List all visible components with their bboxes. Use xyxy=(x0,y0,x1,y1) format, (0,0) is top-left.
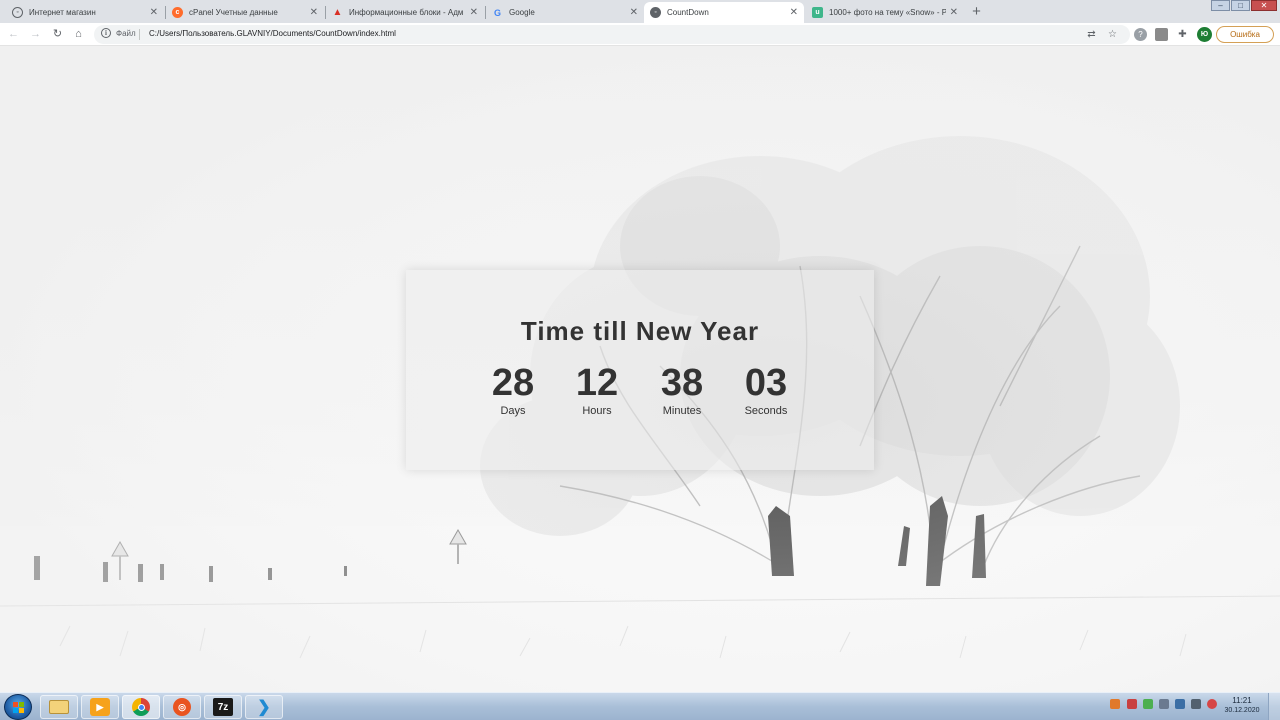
countdown-hours: 12 Hours xyxy=(557,361,637,418)
taskbar-explorer[interactable] xyxy=(40,695,78,719)
profile-avatar[interactable]: Ю xyxy=(1197,27,1212,42)
days-label: Days xyxy=(500,405,526,417)
vscode-icon: ❯ xyxy=(257,699,271,716)
reload-icon[interactable]: ↻ xyxy=(50,27,65,42)
countdown-seconds: 03 Seconds xyxy=(726,361,806,418)
countdown-minutes: 38 Minutes xyxy=(642,361,722,418)
tab-title: Google xyxy=(509,8,535,17)
close-window-button[interactable]: ✕ xyxy=(1251,0,1277,11)
windows-logo-icon xyxy=(13,702,24,713)
taskbar-vscode[interactable]: ❯ xyxy=(245,695,283,719)
maximize-button[interactable]: □ xyxy=(1231,0,1250,11)
clock-date: 30.12.2020 xyxy=(1224,707,1260,714)
tab-google[interactable]: G Google ✕ xyxy=(486,2,644,23)
close-icon[interactable]: ✕ xyxy=(150,7,158,18)
back-arrow-icon[interactable]: ← xyxy=(6,27,21,42)
hours-label: Hours xyxy=(582,405,612,417)
info-icon[interactable]: i xyxy=(101,28,111,38)
taskbar: ▶ ◎ 7z ❯ 11:21 30.12.2020 xyxy=(0,692,1280,720)
bookmark-star-icon[interactable]: ☆ xyxy=(1106,28,1119,41)
countdown-days: 28 Days xyxy=(473,361,553,418)
taskbar-7zip[interactable]: 7z xyxy=(204,695,242,719)
address-scheme-label: Файл xyxy=(116,29,136,38)
tab-snow-photos[interactable]: u 1000+ фото на тему «Snow» - Pi ✕ xyxy=(806,2,964,23)
tab-info-blocks[interactable]: ▲ Информационные блоки - Адм ✕ xyxy=(326,2,484,23)
tab-online-store[interactable]: ◦ Интернет магазин ✕ xyxy=(6,2,164,23)
tray-volume-icon[interactable] xyxy=(1159,699,1169,709)
new-tab-button[interactable]: + xyxy=(967,3,986,21)
warning-triangle-icon: ▲ xyxy=(332,7,343,18)
puzzle-extensions-icon[interactable]: ✚ xyxy=(1176,28,1189,41)
tray-flag-icon[interactable] xyxy=(1127,699,1137,709)
taskbar-chrome[interactable] xyxy=(122,695,160,719)
globe-icon: ◦ xyxy=(650,7,661,18)
close-icon[interactable]: ✕ xyxy=(950,7,958,18)
close-icon[interactable]: ✕ xyxy=(310,7,318,18)
close-icon[interactable]: ✕ xyxy=(630,7,638,18)
close-icon[interactable]: ✕ xyxy=(790,7,798,18)
media-player-icon: ▶ xyxy=(90,698,110,716)
translate-icon[interactable]: ⇄ xyxy=(1085,28,1098,41)
taskbar-media-player[interactable]: ▶ xyxy=(81,695,119,719)
minutes-label: Minutes xyxy=(662,405,702,417)
tab-strip: ◦ Интернет магазин ✕ c cPanel Учетные да… xyxy=(0,0,1280,23)
taskbar-clock[interactable]: 11:21 30.12.2020 xyxy=(1222,696,1262,716)
extension-help-icon[interactable]: ? xyxy=(1134,28,1147,41)
error-button[interactable]: Ошибка xyxy=(1216,26,1274,43)
minutes-value: 38 xyxy=(660,362,704,404)
tray-app-icon[interactable] xyxy=(1110,699,1120,709)
address-divider xyxy=(139,29,140,40)
page-title: Time till New Year xyxy=(520,316,760,346)
chrome-icon xyxy=(132,698,150,716)
forward-arrow-icon[interactable]: → xyxy=(28,27,43,42)
globe-icon: ◦ xyxy=(12,7,23,18)
hours-value: 12 xyxy=(575,362,619,404)
tab-title: Интернет магазин xyxy=(29,8,96,17)
clock-time: 11:21 xyxy=(1232,696,1252,705)
minimize-button[interactable]: – xyxy=(1211,0,1230,11)
tab-cpanel[interactable]: c cPanel Учетные данные ✕ xyxy=(166,2,324,23)
address-bar[interactable]: i Файл C:/Users/Пользователь.GLAVNIY/Doc… xyxy=(94,25,1130,44)
tray-antivirus-icon[interactable] xyxy=(1207,699,1217,709)
photos-site-icon: u xyxy=(812,7,823,18)
address-url[interactable]: C:/Users/Пользователь.GLAVNIY/Documents/… xyxy=(149,29,396,38)
page-viewport: Time till New Year 28 Days 12 Hours 38 M… xyxy=(0,46,1280,692)
tab-title: CountDown xyxy=(667,8,709,17)
seconds-value: 03 xyxy=(744,362,788,404)
tab-title: cPanel Учетные данные xyxy=(189,8,278,17)
tray-network-icon[interactable] xyxy=(1143,699,1153,709)
folder-icon xyxy=(49,700,69,714)
days-value: 28 xyxy=(491,362,535,404)
tab-countdown[interactable]: ◦ CountDown ✕ xyxy=(644,2,804,23)
tray-device-icon[interactable] xyxy=(1191,699,1201,709)
close-icon[interactable]: ✕ xyxy=(470,7,478,18)
7zip-icon: 7z xyxy=(213,698,233,716)
browser-toolbar: ← → ↻ ⌂ i Файл C:/Users/Пользователь.GLA… xyxy=(0,23,1280,46)
extension-box-icon[interactable] xyxy=(1155,28,1168,41)
tray-keyboard-icon[interactable] xyxy=(1175,699,1185,709)
ubuntu-icon: ◎ xyxy=(173,698,191,716)
seconds-label: Seconds xyxy=(744,405,788,417)
start-button[interactable] xyxy=(4,694,32,720)
home-icon[interactable]: ⌂ xyxy=(71,27,86,42)
taskbar-ubuntu[interactable]: ◎ xyxy=(163,695,201,719)
show-desktop-button[interactable] xyxy=(1268,693,1280,720)
tab-title: Информационные блоки - Адм xyxy=(349,8,464,17)
countdown-card: Time till New Year 28 Days 12 Hours 38 M… xyxy=(406,270,874,470)
cpanel-icon: c xyxy=(172,7,183,18)
tab-title: 1000+ фото на тему «Snow» - Pi xyxy=(829,8,946,17)
google-icon: G xyxy=(493,7,501,18)
